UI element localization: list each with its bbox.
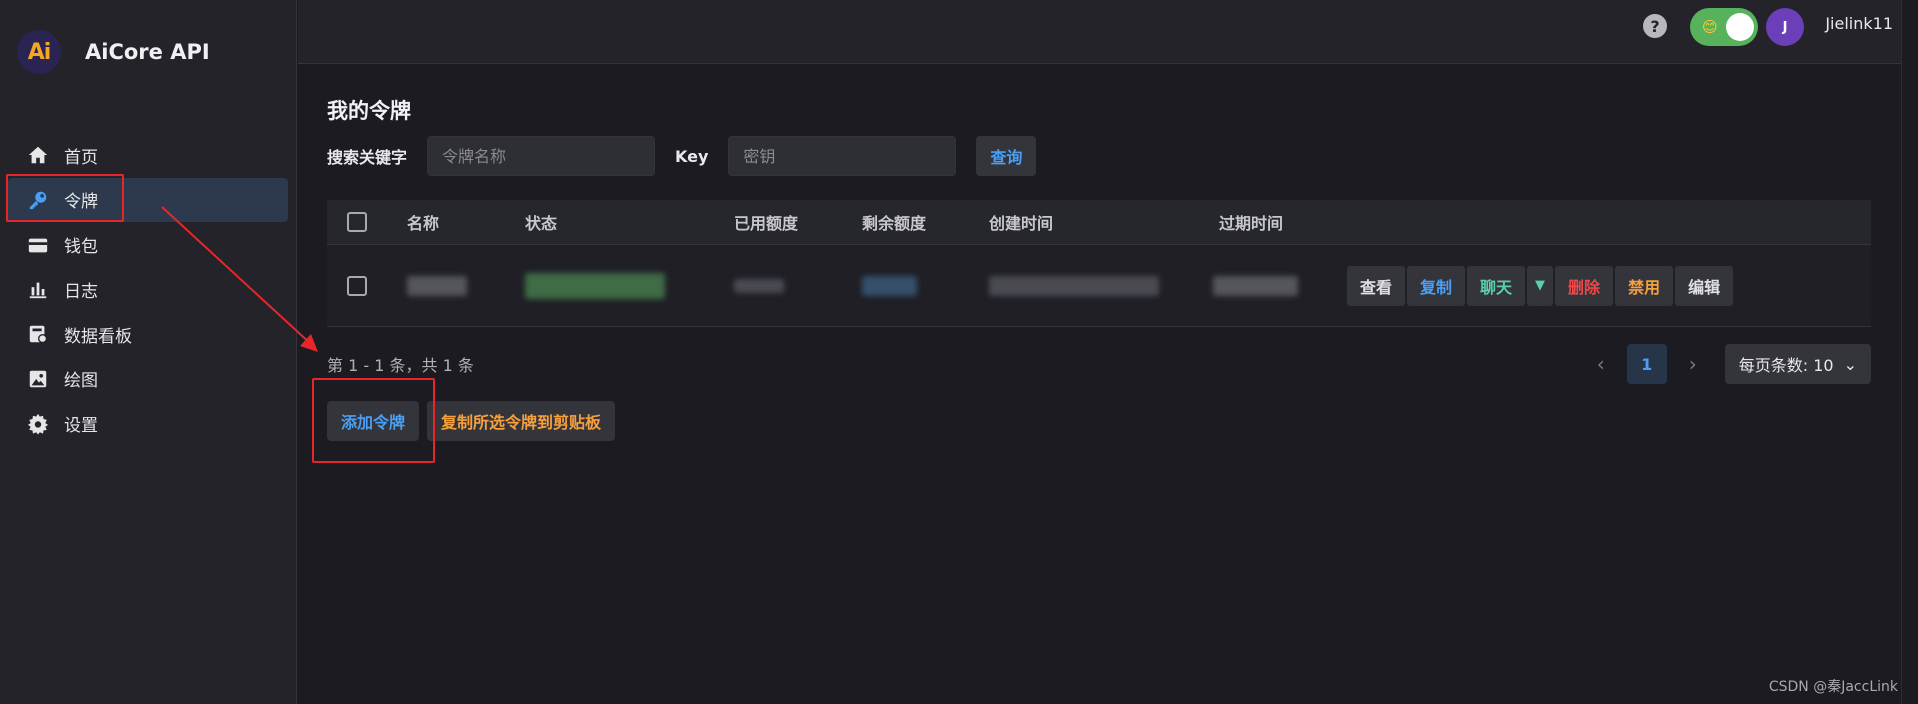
sidebar-item-settings[interactable]: 设置: [8, 402, 288, 446]
sidebar-item-logs[interactable]: 日志: [8, 267, 288, 311]
page-size-label: 每页条数: 10: [1738, 356, 1834, 375]
bar-chart-icon: [26, 277, 50, 301]
page-size-select[interactable]: 每页条数: 10 ⌄: [1724, 344, 1871, 384]
disable-button[interactable]: 禁用: [1615, 265, 1674, 306]
column-header[interactable]: 已用额度: [734, 210, 798, 234]
add-token-button[interactable]: 添加令牌: [327, 401, 420, 441]
sidebar-item-label: 首页: [64, 147, 98, 168]
sidebar-item-label: 绘图: [64, 371, 98, 392]
query-button[interactable]: 查询: [976, 136, 1037, 176]
toggle-knob: [1726, 13, 1754, 41]
sidebar: Ai AiCore API 首页 令牌 钱包 日志 数据看板 绘图 设置: [0, 0, 297, 704]
token-name-redacted: [407, 275, 467, 296]
sidebar-item-label: 令牌: [64, 192, 98, 213]
sidebar-item-home[interactable]: 首页: [8, 133, 288, 177]
row-actions: 查看 复制 聊天 ▼ 删除 禁用 编辑: [1347, 265, 1734, 306]
sidebar-item-wallet[interactable]: 钱包: [8, 223, 288, 267]
select-all-checkbox[interactable]: [347, 212, 367, 232]
sidebar-item-label: 钱包: [64, 237, 98, 258]
row-checkbox[interactable]: [347, 275, 367, 296]
arrow-head: [300, 334, 318, 352]
column-header[interactable]: 创建时间: [989, 210, 1053, 234]
chevron-down-icon: ⌄: [1843, 354, 1857, 374]
expire-time-redacted: [1213, 275, 1298, 296]
username[interactable]: Jielink11: [1825, 14, 1893, 33]
watermark: CSDN @秦JaccLink: [1768, 679, 1898, 695]
wallet-icon: [26, 233, 50, 257]
sidebar-nav: 首页 令牌 钱包 日志 数据看板 绘图 设置: [8, 133, 288, 447]
gear-icon: [26, 412, 50, 436]
copy-selected-button[interactable]: 复制所选令牌到剪贴板: [427, 401, 616, 441]
edit-button[interactable]: 编辑: [1675, 265, 1734, 306]
sidebar-item-drawing[interactable]: 绘图: [8, 357, 288, 401]
column-header[interactable]: 过期时间: [1219, 210, 1283, 234]
remaining-quota-redacted: [862, 275, 917, 296]
keyword-label: 搜索关键字: [327, 148, 408, 167]
column-header[interactable]: 名称: [407, 210, 439, 234]
app-logo: Ai: [17, 30, 61, 74]
sidebar-item-label: 设置: [64, 416, 98, 437]
theme-toggle[interactable]: 😊: [1690, 8, 1758, 46]
column-header[interactable]: 剩余额度: [862, 210, 926, 234]
token-name-input[interactable]: [427, 136, 656, 176]
search-bar: 搜索关键字 Key 查询: [327, 136, 1037, 176]
image-icon: [26, 367, 50, 391]
created-time-redacted: [989, 275, 1159, 296]
sidebar-item-tokens[interactable]: 令牌: [8, 177, 288, 222]
prev-page-icon[interactable]: ‹: [1581, 344, 1621, 384]
token-table: 名称 状态 已用额度 剩余额度 创建时间 过期时间 查看 复制 聊天 ▼ 删除 …: [327, 200, 1871, 327]
next-page-icon[interactable]: ›: [1673, 344, 1713, 384]
sidebar-item-label: 数据看板: [64, 326, 132, 347]
key-label: Key: [675, 146, 709, 166]
view-button[interactable]: 查看: [1347, 265, 1406, 306]
table-row: 查看 复制 聊天 ▼ 删除 禁用 编辑: [327, 245, 1871, 327]
scrollbar[interactable]: [1901, 0, 1918, 704]
page-title: 我的令牌: [327, 99, 411, 123]
chat-button[interactable]: 聊天: [1467, 265, 1526, 306]
key-input[interactable]: [728, 136, 957, 176]
dashboard-icon: [26, 322, 50, 346]
chat-dropdown-icon[interactable]: ▼: [1527, 265, 1554, 306]
logo-text: Ai: [27, 39, 52, 65]
sidebar-item-label: 日志: [64, 281, 98, 302]
topbar: ? 😊 J Jielink11: [298, 0, 1901, 64]
column-header[interactable]: 状态: [525, 210, 557, 234]
page-number[interactable]: 1: [1626, 344, 1667, 384]
table-header: 名称 状态 已用额度 剩余额度 创建时间 过期时间: [327, 200, 1871, 245]
status-badge-redacted: [525, 272, 665, 299]
copy-button[interactable]: 复制: [1407, 265, 1466, 306]
brand[interactable]: Ai AiCore API: [17, 30, 210, 74]
bottom-actions: 添加令牌 复制所选令牌到剪贴板: [327, 401, 616, 441]
help-icon[interactable]: ?: [1643, 14, 1667, 38]
home-icon: [26, 143, 50, 167]
app-name: AiCore API: [85, 40, 210, 64]
avatar[interactable]: J: [1766, 8, 1804, 46]
used-quota-redacted: [734, 278, 784, 293]
sidebar-item-dashboard[interactable]: 数据看板: [8, 312, 288, 356]
delete-button[interactable]: 删除: [1555, 265, 1614, 306]
pagination: ‹ 1 › 每页条数: 10 ⌄: [1581, 344, 1871, 384]
key-icon: [26, 188, 50, 212]
smiley-icon: 😊: [1702, 18, 1718, 36]
pagination-summary: 第 1 - 1 条，共 1 条: [327, 356, 474, 375]
